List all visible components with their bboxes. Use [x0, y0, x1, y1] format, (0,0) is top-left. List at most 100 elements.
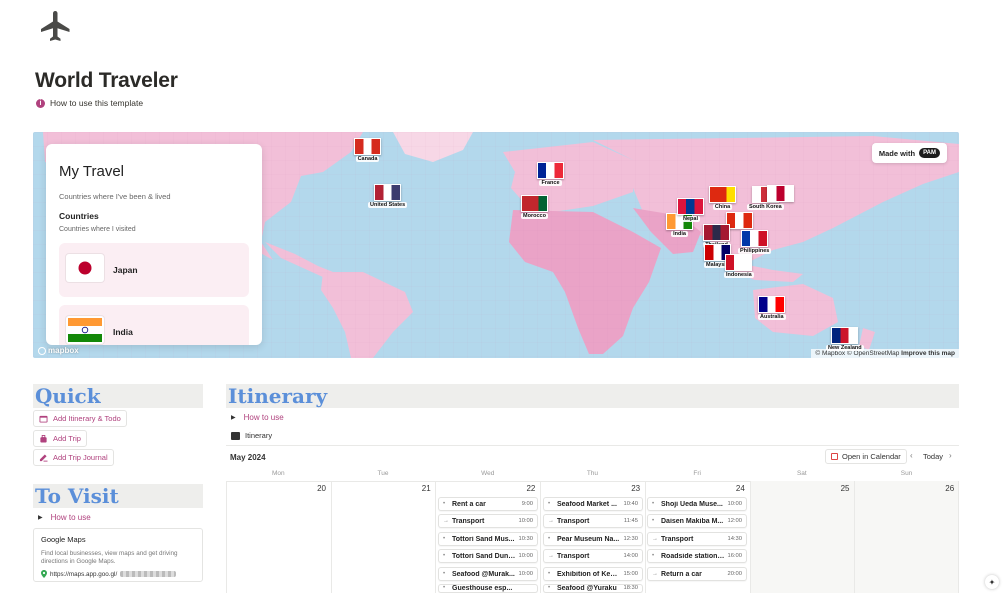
calendar-event[interactable]: • Daisen Makiba M... 12:00	[647, 514, 747, 528]
day-number: 25	[840, 484, 850, 493]
action-label: Add Itinerary & Todo	[53, 414, 121, 423]
map-pin-icon	[41, 570, 47, 578]
event-name: Guesthouse esp...	[452, 585, 513, 592]
next-week-button[interactable]: ›	[949, 451, 952, 460]
day-number: 23	[631, 484, 641, 493]
open-in-calendar-button[interactable]: Open in Calendar	[825, 449, 907, 464]
calendar-event[interactable]: • Guesthouse esp...	[438, 584, 538, 593]
open-calendar-label: Open in Calendar	[842, 452, 901, 461]
day-cell-tue[interactable]	[330, 481, 436, 593]
calendar-event[interactable]: • Pear Museum Na... 12:30	[543, 532, 643, 546]
flag-icon	[758, 296, 786, 313]
map-flag-indonesia[interactable]: Indonesia	[724, 254, 754, 278]
itinerary-view-tab[interactable]: Itinerary	[231, 431, 272, 440]
weekday-header: Thu	[586, 470, 599, 477]
flag-icon	[725, 254, 753, 271]
calendar-event[interactable]: • Shoji Ueda Muse... 10:00	[647, 497, 747, 511]
flag-icon	[537, 162, 564, 179]
country-item-japan[interactable]: Japan	[59, 243, 249, 297]
map-flag-china[interactable]: China	[709, 186, 736, 210]
weekday-header: Sat	[796, 470, 807, 477]
event-icon: •	[652, 518, 655, 524]
event-name: Transport	[557, 517, 590, 525]
pam-logo: PAM	[919, 148, 940, 158]
calendar-event[interactable]: • Exhibition of Kenj... 15:00	[543, 567, 643, 581]
day-cell-sat[interactable]	[749, 481, 855, 593]
calendar-event[interactable]: • Tottori Sand Dunes 10:00	[438, 549, 538, 563]
calendar-event[interactable]: → Transport 11:45	[543, 514, 643, 528]
weekday-header: Sun	[900, 470, 913, 477]
calendar-event[interactable]: • Seafood @Murak... 10:00	[438, 567, 538, 581]
map-flag-philippines[interactable]: Philippines	[738, 230, 772, 254]
add-trip-journal-button[interactable]: Add Trip Journal	[33, 449, 114, 466]
made-with-badge[interactable]: Made with PAM	[871, 143, 947, 163]
calendar-event[interactable]: → Return a car 20:00	[647, 567, 747, 581]
attribution-text[interactable]: © Mapbox © OpenStreetMap	[815, 350, 899, 357]
event-name: Rent a car	[452, 500, 486, 508]
add-trip-button[interactable]: Add Trip	[33, 430, 87, 447]
event-name: Daisen Makiba M...	[661, 517, 724, 525]
map-flag-hong-kong[interactable]	[726, 212, 753, 229]
luggage-icon	[40, 434, 47, 443]
calendar-event[interactable]: • Seafood @Yuraku 18:30	[543, 584, 643, 593]
event-time: 12:00	[727, 518, 742, 524]
calendar-event[interactable]: → Transport 14:00	[543, 549, 643, 563]
event-name: Seafood Market ...	[557, 500, 617, 508]
sparkle-icon[interactable]: ✦	[985, 575, 999, 589]
toggle-label: How to use	[243, 413, 284, 422]
prev-week-button[interactable]: ‹	[910, 451, 913, 460]
page-title: World Traveler	[35, 69, 178, 92]
calendar-event[interactable]: • Seafood Market ... 10:40	[543, 497, 643, 511]
event-name: Tottori Sand Mus...	[452, 535, 515, 543]
event-name: Transport	[661, 535, 694, 543]
event-name: Roadside station ...	[661, 552, 725, 560]
map-flag-japan[interactable]	[767, 185, 794, 202]
redacted-url	[120, 571, 177, 577]
action-label: Add Trip	[53, 434, 81, 443]
calendar-event[interactable]: → Transport 10:00	[438, 514, 538, 528]
map-flag-new-zealand[interactable]: New Zealand	[826, 327, 864, 351]
event-time: 10:00	[727, 501, 742, 507]
day-number: 24	[735, 484, 745, 493]
map-flag-australia[interactable]: Australia	[758, 296, 786, 320]
country-item-india[interactable]: India	[59, 305, 249, 345]
view-divider	[226, 445, 959, 446]
to-visit-how-to-toggle[interactable]: ▶ How to use	[38, 513, 91, 522]
event-time: 18:30	[623, 585, 638, 591]
card-subtitle: Countries where I've been & lived	[59, 192, 171, 201]
day-cell-mon[interactable]	[226, 481, 331, 593]
flag-label: Canada	[355, 156, 380, 162]
mapbox-ring-icon	[38, 346, 46, 355]
map-flag-nepal[interactable]: Nepal	[677, 198, 704, 222]
weekday-header: Fri	[693, 470, 701, 477]
flag-icon	[521, 195, 548, 212]
improve-map-link[interactable]: Improve this map	[901, 350, 955, 357]
add-itinerary-todo-button[interactable]: Add Itinerary & Todo	[33, 410, 127, 427]
flag-icon	[726, 212, 753, 229]
calendar-event[interactable]: • Rent a car 9:00	[438, 497, 538, 511]
event-time: 10:00	[518, 518, 533, 524]
flag-icon	[767, 185, 794, 202]
itinerary-how-to-toggle[interactable]: ▶ How to use	[231, 413, 284, 422]
bookmark-url: https://maps.app.goo.gl/	[50, 570, 118, 578]
event-icon: •	[443, 585, 446, 591]
google-maps-bookmark[interactable]: Google Maps Find local businesses, view …	[33, 528, 203, 582]
day-number: 20	[317, 484, 326, 493]
map-flag-united-states[interactable]: United States	[368, 184, 408, 208]
calendar-icon	[39, 415, 48, 423]
day-cell-sun[interactable]	[854, 481, 959, 593]
how-to-use-template-link[interactable]: i How to use this template	[36, 98, 143, 108]
flag-icon	[703, 224, 730, 241]
calendar-event[interactable]: • Roadside station ... 16:00	[647, 549, 747, 563]
info-icon: i	[36, 98, 45, 108]
map-flag-canada[interactable]: Canada	[354, 138, 381, 162]
calendar-event[interactable]: → Transport 14:30	[647, 532, 747, 546]
mapbox-logo[interactable]: mapbox	[38, 346, 79, 355]
event-icon: •	[443, 536, 446, 542]
today-button[interactable]: Today	[923, 452, 943, 461]
map-flag-france[interactable]: France	[537, 162, 564, 186]
map-flag-morocco[interactable]: Morocco	[521, 195, 548, 219]
event-time: 14:00	[623, 553, 638, 559]
flag-icon	[741, 230, 769, 247]
calendar-event[interactable]: • Tottori Sand Mus... 10:30	[438, 532, 538, 546]
